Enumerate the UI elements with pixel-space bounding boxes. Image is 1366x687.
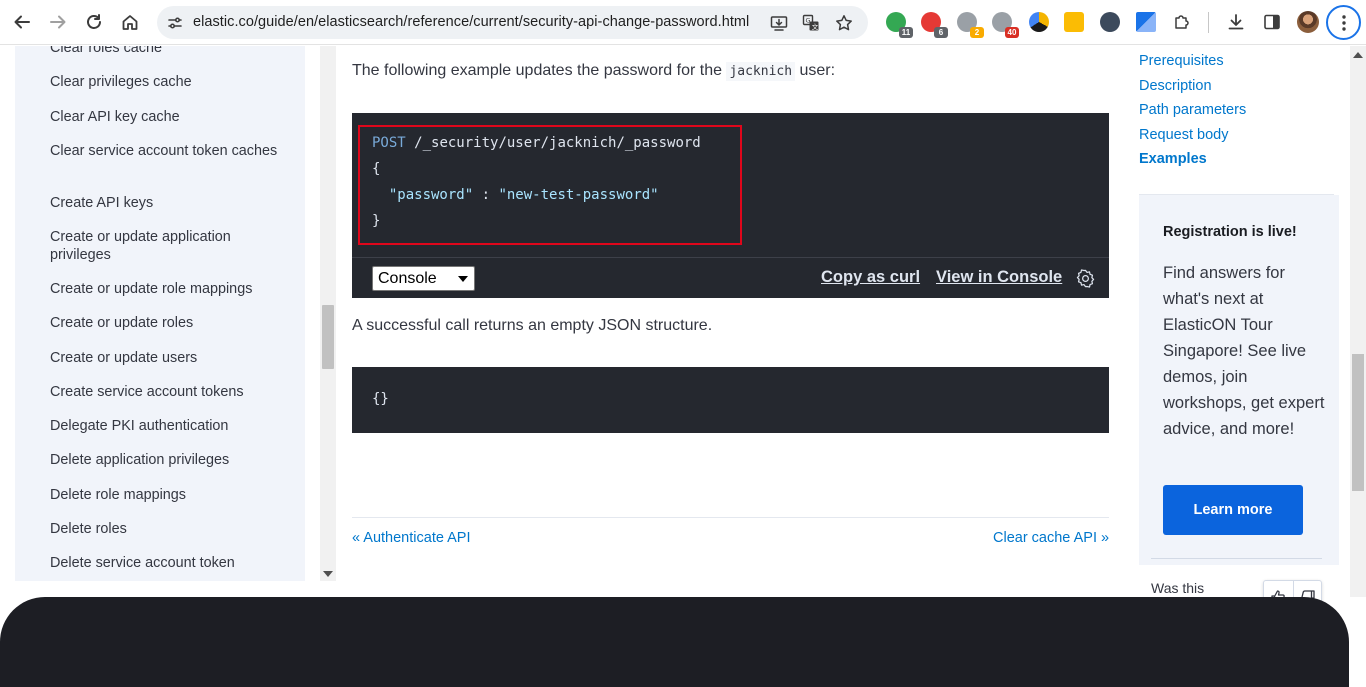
console-select-value: Console xyxy=(378,270,437,287)
inline-code-username: jacknich xyxy=(726,62,796,81)
learn-more-button[interactable]: Learn more xyxy=(1163,485,1303,535)
example-intro-text: The following example updates the passwo… xyxy=(352,62,836,81)
response-code: {} xyxy=(372,391,389,407)
sidebar-item[interactable]: Clear roles cache xyxy=(50,46,280,57)
sidebar-item[interactable]: Create or update role mappings xyxy=(50,280,280,298)
toc-item-prerequisites[interactable]: Prerequisites xyxy=(1139,53,1224,69)
feedback-divider xyxy=(1151,558,1322,559)
bookmark-star-icon[interactable] xyxy=(833,12,855,34)
scroll-down-arrow-icon[interactable] xyxy=(323,571,333,577)
sidebar-item[interactable]: Delegate PKI authentication xyxy=(50,417,280,435)
code-block-divider xyxy=(352,257,1109,258)
toc-item-request-body[interactable]: Request body xyxy=(1139,127,1228,143)
footer-panel xyxy=(0,597,1349,687)
keep-extension-icon[interactable] xyxy=(1064,12,1084,32)
home-icon xyxy=(122,15,138,30)
svg-text:G: G xyxy=(806,17,811,25)
toc-item-examples[interactable]: Examples xyxy=(1139,151,1207,167)
toolbar-separator xyxy=(1208,12,1209,33)
url-text: elastic.co/guide/en/elasticsearch/refere… xyxy=(193,14,750,30)
sidebar-item[interactable]: Create API keys xyxy=(50,194,280,212)
home-button[interactable] xyxy=(117,9,143,35)
console-language-select[interactable]: Console xyxy=(372,266,475,291)
red-highlight-annotation xyxy=(358,125,742,245)
promo-title: Registration is live! xyxy=(1163,224,1297,240)
cursor-extension-icon[interactable] xyxy=(1100,12,1120,32)
next-page-link[interactable]: Clear cache API » xyxy=(993,530,1109,546)
dark-extension-icon[interactable]: 40 xyxy=(992,12,1019,38)
profile-avatar[interactable] xyxy=(1297,11,1319,33)
sidebar-item[interactable]: Delete roles xyxy=(50,520,280,538)
chevron-down-icon xyxy=(458,276,468,282)
window-extension-icon[interactable] xyxy=(1136,12,1156,32)
view-in-console-link[interactable]: View in Console xyxy=(936,268,1062,287)
response-code-block xyxy=(352,367,1109,433)
content-divider xyxy=(352,517,1109,518)
svg-text:文: 文 xyxy=(812,22,819,31)
scroll-up-arrow-icon[interactable] xyxy=(1353,52,1363,58)
sidebar-item[interactable]: Clear API key cache xyxy=(50,108,280,126)
feedback-label: Was this xyxy=(1151,580,1205,596)
page-scrollbar[interactable] xyxy=(1350,46,1366,597)
back-button[interactable] xyxy=(9,9,35,35)
sidebar-nav: Clear roles cache Clear privileges cache… xyxy=(15,46,305,581)
sidebar-item[interactable]: Create or update roles xyxy=(50,314,280,332)
sidebar-item[interactable]: Create service account tokens xyxy=(50,383,280,401)
gray-extension-icon[interactable]: 2 xyxy=(957,12,984,38)
sidebar-item[interactable]: Delete role mappings xyxy=(50,486,280,504)
sidebar-item[interactable]: Delete service account token xyxy=(50,554,280,572)
sidebar-item[interactable]: Delete application privileges xyxy=(50,451,280,469)
gear-icon[interactable] xyxy=(1076,269,1095,288)
kebab-menu-icon xyxy=(1341,14,1346,31)
green-extension-icon[interactable]: 11 xyxy=(886,12,913,38)
downloads-icon[interactable] xyxy=(1223,9,1249,35)
sidebar-item[interactable]: Clear service account token caches xyxy=(50,142,280,160)
sidebar-item[interactable]: Create or update application privileges xyxy=(50,228,280,264)
toc-item-description[interactable]: Description xyxy=(1139,78,1212,94)
page-scroll-thumb[interactable] xyxy=(1352,354,1364,491)
site-settings-icon[interactable] xyxy=(165,13,185,33)
reload-button[interactable] xyxy=(81,9,107,35)
red-extension-icon[interactable]: 6 xyxy=(921,12,948,38)
browser-menu-button[interactable] xyxy=(1326,5,1361,40)
side-panel-icon[interactable] xyxy=(1259,9,1285,35)
sidebar-item[interactable]: Clear privileges cache xyxy=(50,73,280,91)
translate-icon[interactable]: G文 xyxy=(800,12,822,34)
prev-page-link[interactable]: « Authenticate API xyxy=(352,530,471,546)
sidebar-item[interactable]: Create or update users xyxy=(50,349,280,367)
address-bar[interactable]: elastic.co/guide/en/elasticsearch/refere… xyxy=(157,6,868,39)
install-app-icon[interactable] xyxy=(768,12,790,34)
toc-item-path-parameters[interactable]: Path parameters xyxy=(1139,102,1246,118)
intro-text-end: user: xyxy=(795,62,836,79)
back-arrow-icon xyxy=(14,15,30,29)
sidebar-scrollbar[interactable] xyxy=(320,46,336,581)
forward-button[interactable] xyxy=(45,9,71,35)
extensions-puzzle-icon[interactable] xyxy=(1169,9,1195,35)
result-text: A successful call returns an empty JSON … xyxy=(352,317,713,334)
reload-icon xyxy=(87,14,101,29)
promo-body: Find answers for what's next at ElasticO… xyxy=(1163,264,1325,438)
color-extension-icon[interactable] xyxy=(1029,12,1049,32)
copy-as-curl-link[interactable]: Copy as curl xyxy=(821,268,920,287)
intro-text-start: The following example updates the passwo… xyxy=(352,62,727,79)
browser-toolbar: elastic.co/guide/en/elasticsearch/refere… xyxy=(0,0,1366,45)
sidebar-scroll-thumb[interactable] xyxy=(322,305,334,369)
forward-arrow-icon xyxy=(50,15,66,29)
